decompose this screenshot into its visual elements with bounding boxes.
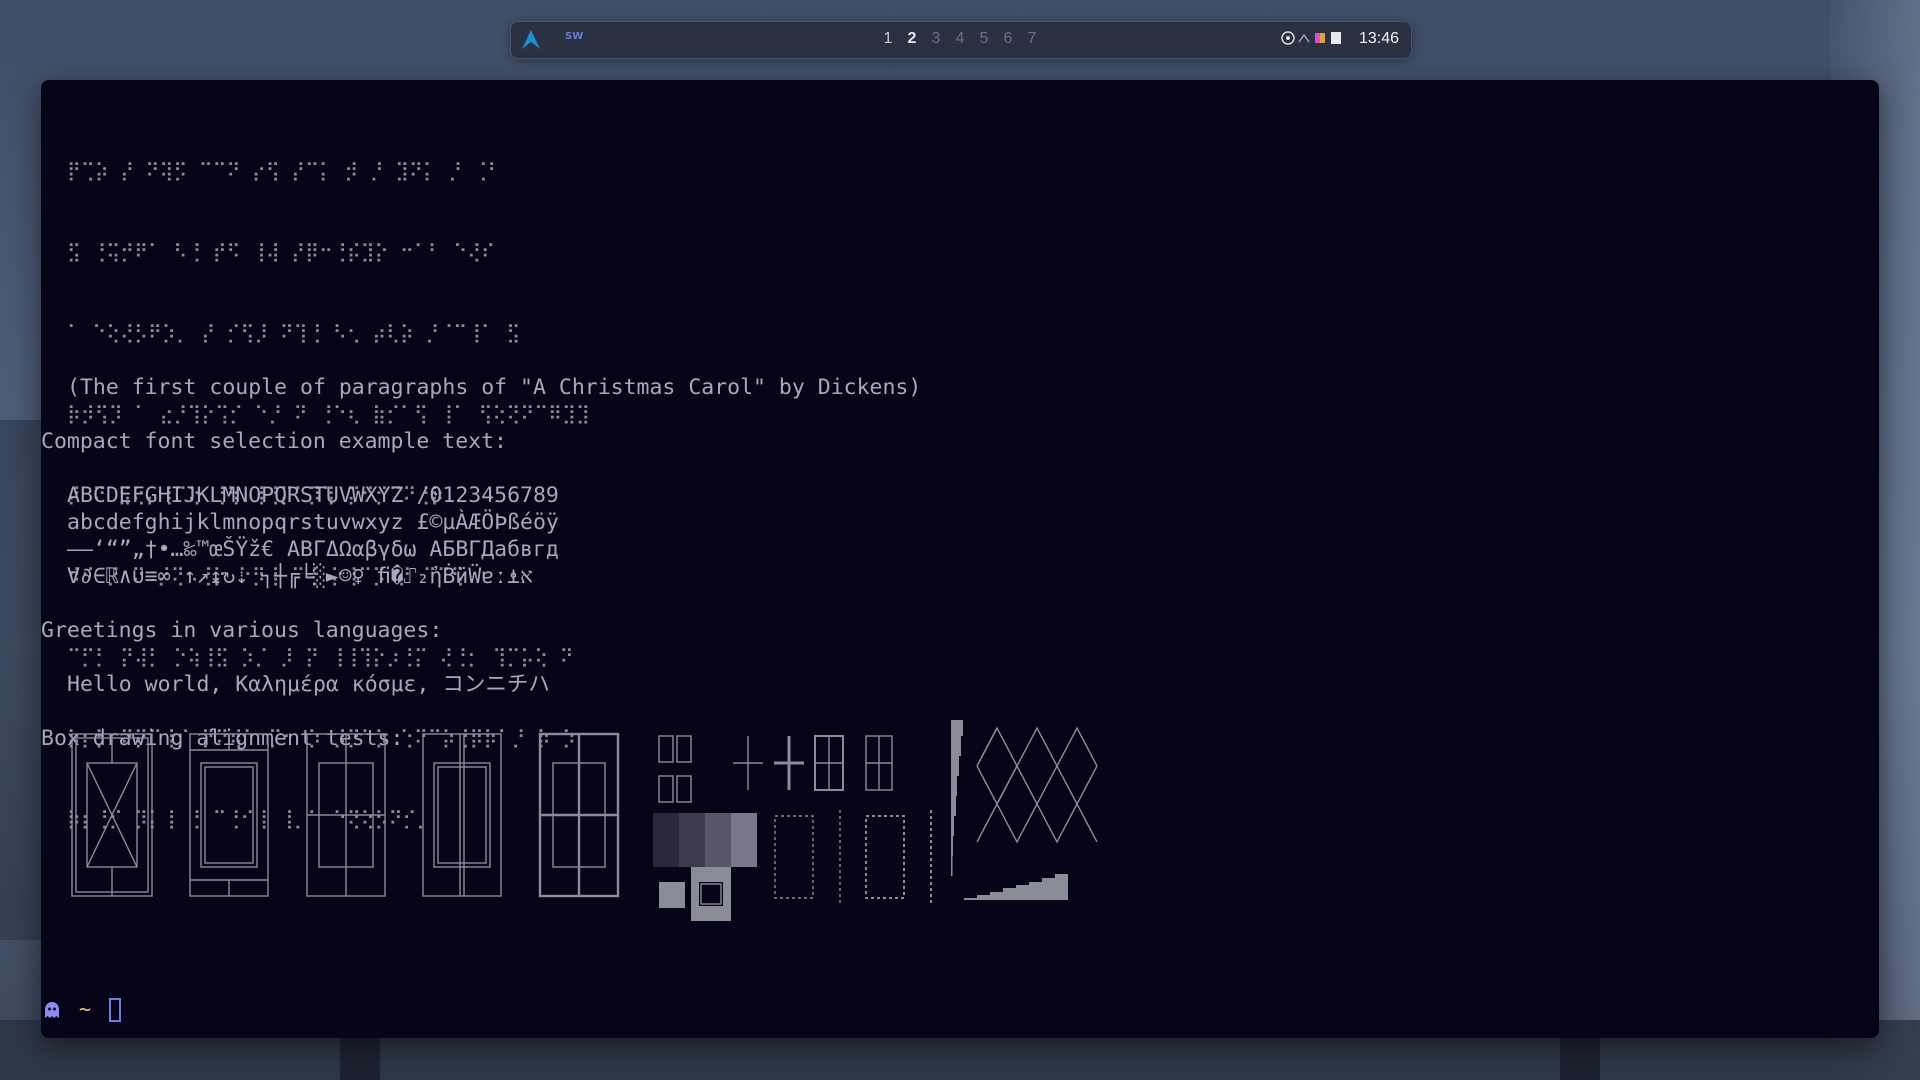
section-heading-font: Compact font selection example text: xyxy=(41,429,507,454)
clipboard-icon[interactable] xyxy=(1329,31,1343,45)
font-sample-line: ∀∂∈ℝ∧∪≡∞ ↑↗↨↻⇣ ┐┼╔╘░►☺♀ ﬁ�⑀₂ἠḂӥẄɐː⍎א xyxy=(67,564,533,589)
workspace-switcher: 1 2 3 4 5 6 7 xyxy=(881,30,1039,48)
dropbox-icon[interactable] xyxy=(1281,31,1295,45)
workspace-5[interactable]: 5 xyxy=(977,30,991,48)
section-heading-greetings: Greetings in various languages: xyxy=(41,618,443,643)
arch-logo-icon[interactable] xyxy=(519,28,543,52)
box-drawing-small xyxy=(658,735,893,803)
workspace-7[interactable]: 7 xyxy=(1025,30,1039,48)
font-sample-line: abcdefghijklmnopqrstuvwxyz £©µÀÆÖÞßéöÿ xyxy=(67,510,559,535)
braille-line: ⡷⡺⢫⡹ ⠁ ⣔⡘⢹⡕⢩⡊ ⠑⡘ ⠝ ⢘⠑⢆ ⣷⡊⠁⢫ ⢸⠁ ⢫⢕⢝⠝⠉⠿⣹⣹ xyxy=(67,403,590,425)
font-sample-line: ABCDEFGHIJKLMNOPQRSTUVWXYZ /0123456789 xyxy=(67,483,559,508)
braille-line: ⠉⡋⡃ ⡝⢼⡃ ⡑⢵⢸⣫ ⡱⡈ ⡸ ⡝ ⢸⢸⢹⡕⡰⢘⡍ ⢜⢘⡂ ⢹⡉⡥⢕ ⠝ xyxy=(67,646,574,668)
attribution-text: (The first couple of paragraphs of "A Ch… xyxy=(67,375,922,400)
greeting-text: Hello world, Καλημέρα κόσμε, コンニチハ xyxy=(67,672,550,697)
prompt-directory: ~ xyxy=(79,997,92,1021)
box-drawing-box xyxy=(422,733,502,897)
clock[interactable]: 13:46 xyxy=(1359,30,1399,48)
box-drawing-dashed xyxy=(774,810,932,904)
box-drawing-box xyxy=(189,733,269,897)
box-drawing-box xyxy=(71,733,153,897)
ghost-icon xyxy=(45,1001,59,1018)
shade-blocks xyxy=(653,813,757,921)
braille-line: ⣫ ⢘⢭⡚⠟⠁ ⠣⢘ ⡞⠫ ⢸⢼ ⡜⡿⠒⢘⡮⣹⡕ ⠒⠁⠃ ⠑⢜⠎ xyxy=(67,241,495,263)
box-drawing-diagonals xyxy=(976,726,1098,844)
vertical-ramp xyxy=(951,720,963,876)
workspace-3[interactable]: 3 xyxy=(929,30,943,48)
workspace-1[interactable]: 1 xyxy=(881,30,895,48)
box-drawing-box xyxy=(538,732,620,898)
app-indicator[interactable]: SW xyxy=(565,31,583,42)
braille-line: ⡟⢉⡵ ⡜ ⠝⢽⡫ ⠉⠉⠝ ⡔⢫ ⡜⠉⡅ ⡺ ⡘ ⣹⠝⡅ ⡘ ⢈⠃ xyxy=(67,160,502,182)
top-panel: SW 1 2 3 4 5 6 7 13:46 xyxy=(510,21,1412,59)
braille-line: ⠁ ⠑⢕⢜⡣⠟⡱⡀ ⡜ ⡊⢫⡸ ⠝⢹⢘ ⠣⢂ ⡴⢇⡵ ⡘⠈⠉⢸⠁ ⣫ xyxy=(67,322,521,344)
network-icon[interactable] xyxy=(1297,31,1311,45)
step-ramp xyxy=(964,874,1068,900)
workspace-2[interactable]: 2 xyxy=(905,30,919,48)
workspace-6[interactable]: 6 xyxy=(1001,30,1015,48)
colorpicker-icon[interactable] xyxy=(1313,31,1327,45)
box-drawing-box xyxy=(306,733,386,897)
workspace-4[interactable]: 4 xyxy=(953,30,967,48)
text-cursor[interactable] xyxy=(109,997,122,1022)
terminal-window[interactable]: ⡟⢉⡵ ⡜ ⠝⢽⡫ ⠉⠉⠝ ⡔⢫ ⡜⠉⡅ ⡺ ⡘ ⣹⠝⡅ ⡘ ⢈⠃ ⣫ ⢘⢭⡚⠟… xyxy=(41,80,1879,1038)
font-sample-line: –—‘“”„†•…‰™œŠŸž€ ΑΒΓΔΩαβγδω АБВГДабвгд xyxy=(67,537,559,562)
system-tray xyxy=(1281,31,1343,45)
box-drawing-art xyxy=(71,720,1098,921)
shell-prompt: ~ xyxy=(43,996,122,1023)
